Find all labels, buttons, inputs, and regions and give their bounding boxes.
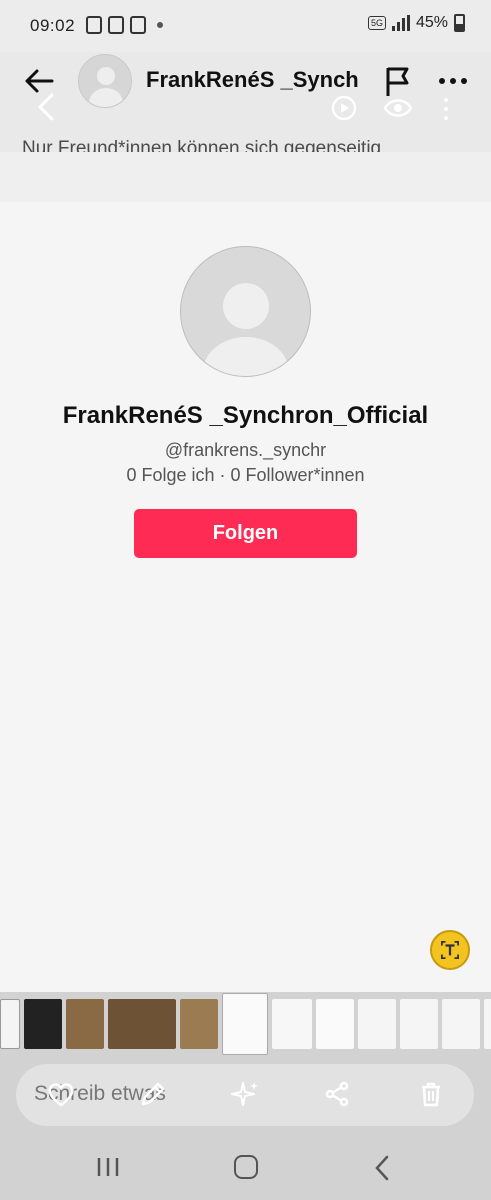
nav-back-icon[interactable] (373, 1154, 391, 1182)
notification-icon (130, 16, 146, 34)
signal-icon (391, 15, 410, 31)
filmstrip-thumb[interactable] (484, 999, 491, 1049)
profile-avatar[interactable] (180, 246, 311, 377)
battery-text: 45% (415, 14, 448, 31)
chat-header: FrankRenéS _Synchron_Official Nur Freund… (0, 52, 491, 184)
heart-icon[interactable] (46, 1079, 76, 1109)
filmstrip-thumb[interactable] (66, 999, 104, 1049)
header-username[interactable]: FrankRenéS _Synchron_Official (146, 67, 358, 93)
filmstrip-thumb[interactable] (24, 999, 62, 1049)
edit-toolbar: Schreib etwas (0, 1056, 491, 1130)
flag-icon[interactable] (383, 64, 413, 98)
status-right: 5G 45% (367, 14, 465, 32)
system-nav-bar (0, 1130, 491, 1200)
notification-icon (86, 16, 102, 34)
status-time: 09:02 (30, 16, 76, 35)
home-icon[interactable] (234, 1155, 258, 1179)
filmstrip-thumb[interactable] (108, 999, 176, 1049)
avatar[interactable] (78, 54, 132, 108)
play-icon (331, 95, 357, 121)
notification-dot (157, 22, 163, 28)
gallery-filmstrip[interactable] (0, 992, 491, 1056)
sparkle-icon[interactable] (230, 1079, 260, 1109)
profile-card: FrankRenéS _Synchron_Official @frankrens… (0, 202, 491, 992)
avatar-head (97, 67, 115, 85)
network-icon: 5G (367, 16, 386, 30)
more-icon[interactable] (436, 64, 470, 98)
trash-icon[interactable] (416, 1079, 446, 1109)
follow-button[interactable]: Folgen (134, 509, 357, 558)
filmstrip-thumb[interactable] (0, 999, 20, 1049)
notification-icons (86, 16, 146, 34)
profile-display-name: FrankRenéS _Synchron_Official (62, 402, 429, 429)
filmstrip-thumb-selected[interactable] (222, 993, 268, 1055)
ghost-more-icon (444, 98, 448, 120)
recent-apps-icon[interactable] (96, 1156, 120, 1178)
profile-handle: @frankrens._synchr (164, 440, 327, 460)
filmstrip-thumb[interactable] (272, 999, 312, 1049)
filmstrip-thumb[interactable] (358, 999, 396, 1049)
profile-stats[interactable]: 0 Folge ich · 0 Follower*innen (0, 465, 491, 486)
avatar-body (203, 337, 289, 376)
eye-icon (383, 99, 413, 117)
battery-icon (454, 14, 465, 32)
status-bar: 09:02 5G 45% (0, 0, 491, 52)
ai-text-icon[interactable] (430, 930, 470, 970)
notice-background (0, 152, 491, 202)
filmstrip-thumb[interactable] (180, 999, 218, 1049)
notification-icon (108, 16, 124, 34)
pencil-icon[interactable] (138, 1079, 168, 1109)
filmstrip-thumb[interactable] (316, 999, 354, 1049)
avatar-head (223, 283, 269, 329)
filmstrip-thumb[interactable] (400, 999, 438, 1049)
ghost-back-icon (37, 93, 54, 121)
filmstrip-thumb[interactable] (442, 999, 480, 1049)
share-icon[interactable] (322, 1079, 352, 1109)
avatar-body (89, 88, 123, 107)
